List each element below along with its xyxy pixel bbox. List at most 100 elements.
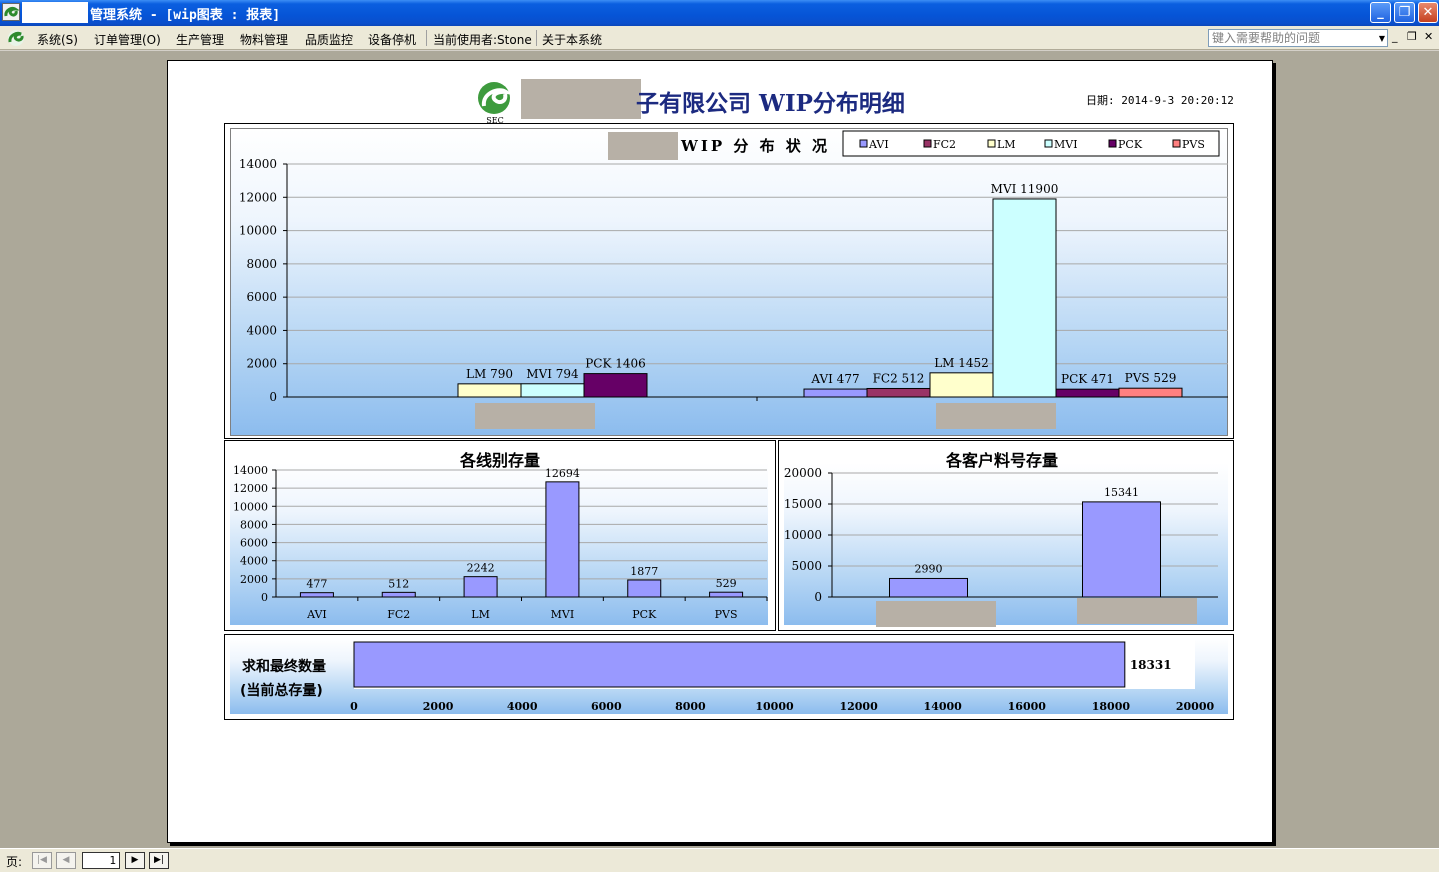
app-icon[interactable] [2, 3, 20, 21]
legend-label-pvs: PVS [1182, 138, 1205, 151]
bar-pvs [709, 591, 744, 598]
bar-pck [1055, 388, 1120, 398]
bar-lm [463, 576, 498, 598]
data-label: PCK 471 [1061, 372, 1114, 386]
y-tick-label: 8000 [240, 518, 268, 531]
first-page-button[interactable]: |◀ [32, 852, 52, 869]
y-tick-label: 10000 [233, 500, 268, 513]
x-tick-label: PVS [715, 608, 738, 621]
document-icon[interactable] [6, 28, 26, 48]
redacted-company-name [521, 79, 641, 119]
y-tick-label: 0 [269, 390, 277, 404]
legend-swatch-mvi [1044, 139, 1053, 148]
minimize-button[interactable]: _ [1370, 2, 1391, 23]
legend-label-pck: PCK [1118, 138, 1143, 151]
title-bar: 管理系统 - [wip图表 : 报表] _ ❐ ✕ [0, 0, 1439, 26]
bar-pck [627, 579, 662, 598]
menu-quality[interactable]: 品质监控 [305, 31, 353, 48]
legend-swatch-fc2 [923, 139, 932, 148]
bar-lm [929, 372, 994, 398]
window-title: 管理系统 - [wip图表 : 报表] [90, 8, 281, 23]
legend-swatch-pck [1108, 139, 1117, 148]
close-button[interactable]: ✕ [1418, 2, 1438, 23]
next-page-button[interactable]: ▶ [125, 852, 145, 869]
data-label: AVI 477 [810, 372, 859, 386]
bar-pvs [1118, 387, 1183, 398]
mdi-restore-button[interactable]: ❐ [1407, 30, 1417, 43]
line-inventory-chart: 0 2000 4000 6000 8000 10000 12000 14000 477 AVI 51… [233, 464, 768, 621]
redacted-category-label [475, 403, 595, 429]
y-tick-label: 2000 [240, 573, 268, 586]
bar-total [353, 641, 1126, 688]
x-tick-label: 16000 [1008, 700, 1047, 713]
menu-about[interactable]: 关于本系统 [542, 31, 602, 48]
x-tick-label: 14000 [924, 700, 963, 713]
data-label: 512 [388, 577, 409, 590]
data-label: 2242 [467, 562, 495, 575]
data-label: PVS 529 [1125, 371, 1177, 385]
y-tick-label: 12000 [233, 482, 268, 495]
y-tick-label: 0 [814, 590, 822, 604]
customer-part-chart: 0 5000 10000 15000 20000 2990 15341 [784, 466, 1218, 627]
redacted-category-label [876, 601, 996, 627]
data-label: 529 [716, 577, 737, 590]
legend-label-fc2: FC2 [933, 138, 956, 151]
y-tick-label: 8000 [246, 257, 277, 271]
y-tick-label: 10000 [784, 528, 822, 542]
legend-swatch-pvs [1172, 139, 1181, 148]
y-tick-label: 0 [261, 591, 268, 604]
menu-materials[interactable]: 物料管理 [240, 31, 288, 48]
data-label: 15341 [1104, 486, 1139, 499]
x-tick-label: 12000 [839, 700, 878, 713]
menu-production[interactable]: 生产管理 [176, 31, 224, 48]
menu-separator [536, 30, 537, 46]
data-label: 18331 [1130, 658, 1172, 672]
y-tick-label: 14000 [239, 157, 277, 171]
mdi-close-button[interactable]: ✕ [1424, 30, 1433, 43]
data-label: MVI 11900 [991, 182, 1059, 196]
page-number-input[interactable]: 1 [82, 852, 120, 869]
y-tick-label: 15000 [784, 497, 822, 511]
chevron-down-icon[interactable]: ▼ [1379, 31, 1385, 47]
data-label: MVI 794 [526, 367, 579, 381]
data-label: 477 [306, 578, 327, 591]
data-label: PCK 1406 [585, 357, 646, 371]
legend-label-lm: LM [997, 138, 1016, 151]
redacted-title-block [22, 2, 88, 23]
legend-box [842, 130, 1220, 157]
last-page-button[interactable]: ▶| [149, 852, 169, 869]
data-label: 1877 [630, 565, 658, 578]
current-user: 当前使用者:Stone [433, 33, 532, 47]
bar-mvi [992, 198, 1057, 398]
y-tick-label: 6000 [240, 537, 268, 550]
menu-orders[interactable]: 订单管理(O) [94, 31, 161, 48]
bar-mvi [545, 481, 580, 598]
mdi-minimize-button[interactable]: _ [1392, 30, 1398, 43]
legend-label-mvi: MVI [1054, 138, 1078, 151]
x-tick-label: 18000 [1092, 700, 1131, 713]
data-label: 2990 [915, 562, 943, 575]
chart-title: WIP 分 布 状 况 [680, 137, 830, 155]
data-label: FC2 512 [873, 371, 925, 385]
x-tick-label: 2000 [423, 700, 454, 713]
y-tick-label: 12000 [239, 190, 277, 204]
y-tick-label: 20000 [784, 466, 822, 480]
y-tick-label: 4000 [246, 323, 277, 337]
menu-system[interactable]: 系统(S) [37, 31, 78, 48]
x-tick-label: PCK [632, 608, 657, 621]
report-date: 日期: 2014-9-3 20:20:12 [1086, 94, 1234, 107]
prev-page-button[interactable]: ◀ [56, 852, 76, 869]
company-logo: SEC [478, 82, 514, 124]
legend-swatch-avi [859, 139, 868, 148]
bar-avi [299, 592, 334, 598]
bar-fc2 [381, 591, 416, 598]
data-label: 12694 [545, 467, 580, 480]
legend-label-avi: AVI [868, 138, 889, 151]
menu-bar: 系统(S) 订单管理(O) 生产管理 物料管理 品质监控 设备停机 当前使用者:… [0, 26, 1439, 50]
restore-button[interactable]: ❐ [1394, 2, 1415, 23]
bar [889, 577, 968, 598]
bar [1082, 501, 1161, 598]
menu-downtime[interactable]: 设备停机 [368, 31, 416, 48]
x-tick-label: 4000 [507, 700, 538, 713]
help-search-input[interactable]: 键入需要帮助的问题 ▼ [1208, 29, 1388, 47]
